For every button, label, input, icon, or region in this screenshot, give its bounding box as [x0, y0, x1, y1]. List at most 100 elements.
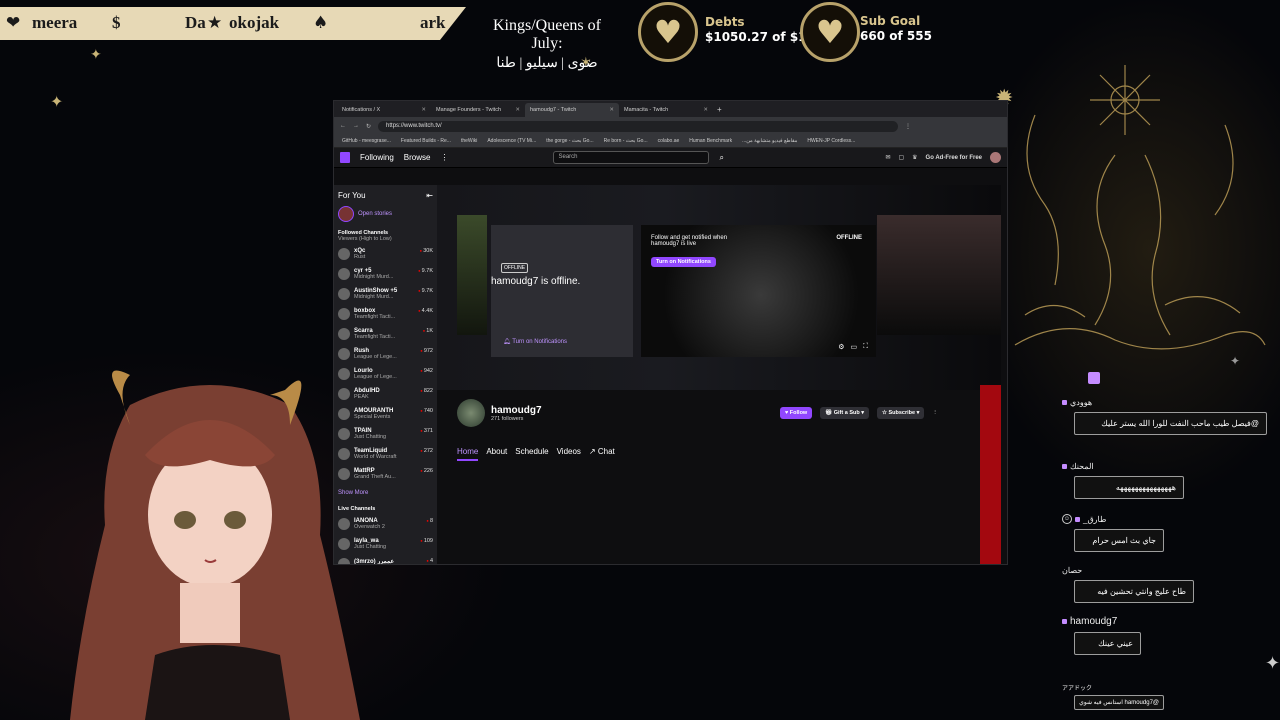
viewer-count: 272 — [420, 448, 433, 454]
followed-sort: Viewers (High to Low) — [338, 236, 392, 242]
tab-videos[interactable]: Videos — [557, 447, 581, 461]
fullscreen-icon[interactable]: ⛶ — [863, 343, 868, 351]
ticker-item: Da — [185, 13, 206, 32]
settings-icon[interactable]: ⚙ — [838, 343, 844, 351]
offline-badge: OFFLINE — [501, 263, 529, 273]
viewer-count: 972 — [420, 348, 433, 354]
tab-chat[interactable]: ↗ Chat — [589, 447, 615, 461]
viewer-count: 226 — [420, 468, 433, 474]
collapse-icon[interactable]: ⇤ — [426, 191, 433, 200]
sidebar-channel[interactable]: AustinShow +5Midnight Murd...9.7K — [338, 288, 433, 308]
vtuber-avatar — [70, 370, 360, 720]
sidebar-channel[interactable]: xQcRust30K — [338, 248, 433, 268]
browser-tab[interactable]: Mamacita - Twitch ✕ — [619, 103, 713, 117]
close-icon[interactable]: ✕ — [609, 107, 614, 117]
inbox-icon[interactable]: ✉ — [885, 154, 890, 161]
bell-icon: 🔔︎ — [503, 339, 511, 345]
nav-following[interactable]: Following — [360, 153, 394, 162]
search-icon[interactable]: ⌕ — [719, 153, 723, 163]
chat-username: المحنك — [1058, 462, 1184, 471]
viewer-count: 30K — [420, 248, 433, 254]
channel-game: Rust — [354, 254, 366, 260]
channel-name[interactable]: hamoudg7 — [491, 405, 542, 416]
bookmark[interactable]: colabo.ae — [658, 138, 680, 144]
channel-avatar[interactable] — [457, 399, 485, 427]
follow-button[interactable]: ♥ Follow — [780, 407, 813, 419]
kings-title: Kings/Queens of July: — [493, 17, 601, 52]
close-icon[interactable]: ✕ — [703, 107, 708, 117]
tab-about[interactable]: About — [486, 447, 507, 461]
viewer-count: 109 — [420, 538, 433, 544]
viewer-count: 942 — [420, 368, 433, 374]
whispers-icon[interactable]: ▢ — [898, 154, 904, 161]
username-text: アアドック — [1062, 686, 1093, 692]
channel-avatar — [338, 268, 350, 280]
ad-free-button[interactable]: Go Ad-Free for Free — [926, 155, 982, 161]
sidebar-channel[interactable]: ScarraTeamfight Tacti...1K — [338, 328, 433, 348]
viewer-count: 8 — [426, 518, 433, 524]
chat-bubble: عيني عينك — [1074, 632, 1141, 655]
more-options-icon[interactable]: ⋮ — [932, 410, 938, 416]
sidebar-channel[interactable]: boxboxTeamfight Tacti...4.4K — [338, 308, 433, 328]
username-text: hamoudg7 — [1070, 616, 1118, 627]
offline-card: OFFLINE hamoudg7 is offline. 🔔︎ Turn on … — [491, 225, 633, 357]
tab-home[interactable]: Home — [457, 447, 479, 461]
username-text: هوودي — [1070, 398, 1093, 407]
twitch-logo-icon[interactable] — [340, 152, 350, 163]
channel-banner: OFFLINE hamoudg7 is offline. 🔔︎ Turn on … — [437, 185, 1001, 390]
emote — [1088, 372, 1100, 384]
chat-message: hamoudg7 عيني عينك — [1058, 616, 1141, 655]
sub-goal-label: Sub Goal — [860, 14, 921, 28]
channel-game: Midnight Murd... — [354, 274, 394, 280]
bookmark[interactable]: the gorge - بحث Go... — [546, 138, 593, 144]
theatre-icon[interactable]: ▭ — [850, 343, 857, 351]
bookmark[interactable]: Human Benchmark — [689, 138, 732, 144]
search-input[interactable]: Search — [553, 151, 710, 164]
chat-username: حصان — [1058, 566, 1194, 575]
bookmark[interactable]: HWEN-JP Cordless... — [807, 138, 855, 144]
chat-bubble: @hamoudg7 استانس فيه شوي — [1074, 695, 1164, 710]
browser-window: Notifications / X ✕ Manage Founders - Twi… — [333, 100, 1008, 565]
url-field[interactable]: https://www.twitch.tv/ — [378, 120, 899, 132]
browser-tab-active[interactable]: hamoudg7 - Twitch ✕ — [525, 103, 619, 117]
new-tab-icon[interactable]: + — [713, 105, 726, 117]
ticker-item: okojak — [229, 13, 280, 32]
turn-on-notifications-button[interactable]: Turn on Notifications — [651, 257, 716, 267]
chat-bubble: هههههههههههههههه — [1074, 476, 1184, 499]
tab-label: Manage Founders - Twitch — [436, 107, 502, 113]
open-stories[interactable]: Open stories — [338, 206, 433, 222]
close-icon[interactable]: ✕ — [421, 107, 426, 117]
gift-sub-button[interactable]: 🎁︎ Gift a Sub ▾ — [820, 407, 870, 419]
open-stories-label: Open stories — [358, 211, 393, 217]
bookmark[interactable]: GitHub - meesgrase... — [342, 138, 391, 144]
tab-label: hamoudg7 - Twitch — [530, 107, 577, 113]
offline-notify-link[interactable]: 🔔︎ Turn on Notifications — [503, 338, 567, 345]
viewer-count: 1K — [423, 328, 433, 334]
bookmark[interactable]: Featured Builds - Re... — [401, 138, 451, 144]
browser-tab[interactable]: Manage Founders - Twitch ✕ — [431, 103, 525, 117]
bookmark[interactable]: Re born - بحث Go... — [604, 138, 648, 144]
chat-bubble: جاي بث امس حرام — [1074, 529, 1164, 552]
crown-icon[interactable]: ♛ — [912, 154, 917, 161]
viewer-count: 822 — [420, 388, 433, 394]
browser-tab[interactable]: Notifications / X ✕ — [337, 103, 431, 117]
forward-icon[interactable]: → — [353, 123, 359, 129]
nav-browse[interactable]: Browse — [404, 153, 431, 162]
channel-avatar — [338, 288, 350, 300]
video-player[interactable]: Follow and get notified when hamoudg7 is… — [641, 225, 876, 357]
sidebar-channel[interactable]: cyr +5Midnight Murd...9.7K — [338, 268, 433, 288]
close-icon[interactable]: ✕ — [515, 107, 520, 117]
reload-icon[interactable]: ↻ — [366, 123, 371, 130]
bookmark[interactable]: theWiki — [461, 138, 477, 144]
subscribe-button[interactable]: ☆ Subscribe ▾ — [877, 407, 925, 419]
back-icon[interactable]: ← — [340, 123, 346, 129]
browser-tab-strip: Notifications / X ✕ Manage Founders - Twi… — [334, 101, 1007, 117]
tab-schedule[interactable]: Schedule — [515, 447, 548, 461]
viewer-count: 740 — [420, 408, 433, 414]
bookmark[interactable]: Adolescence (TV Mi... — [487, 138, 536, 144]
channel-avatar — [338, 348, 350, 360]
bookmark[interactable]: ...مقاطع فيديو متشابهة من — [742, 138, 797, 144]
extensions-icon[interactable]: ⋮ — [905, 123, 911, 130]
more-icon[interactable]: ⋮ — [440, 153, 448, 162]
chat-username: هوودي — [1058, 398, 1267, 407]
